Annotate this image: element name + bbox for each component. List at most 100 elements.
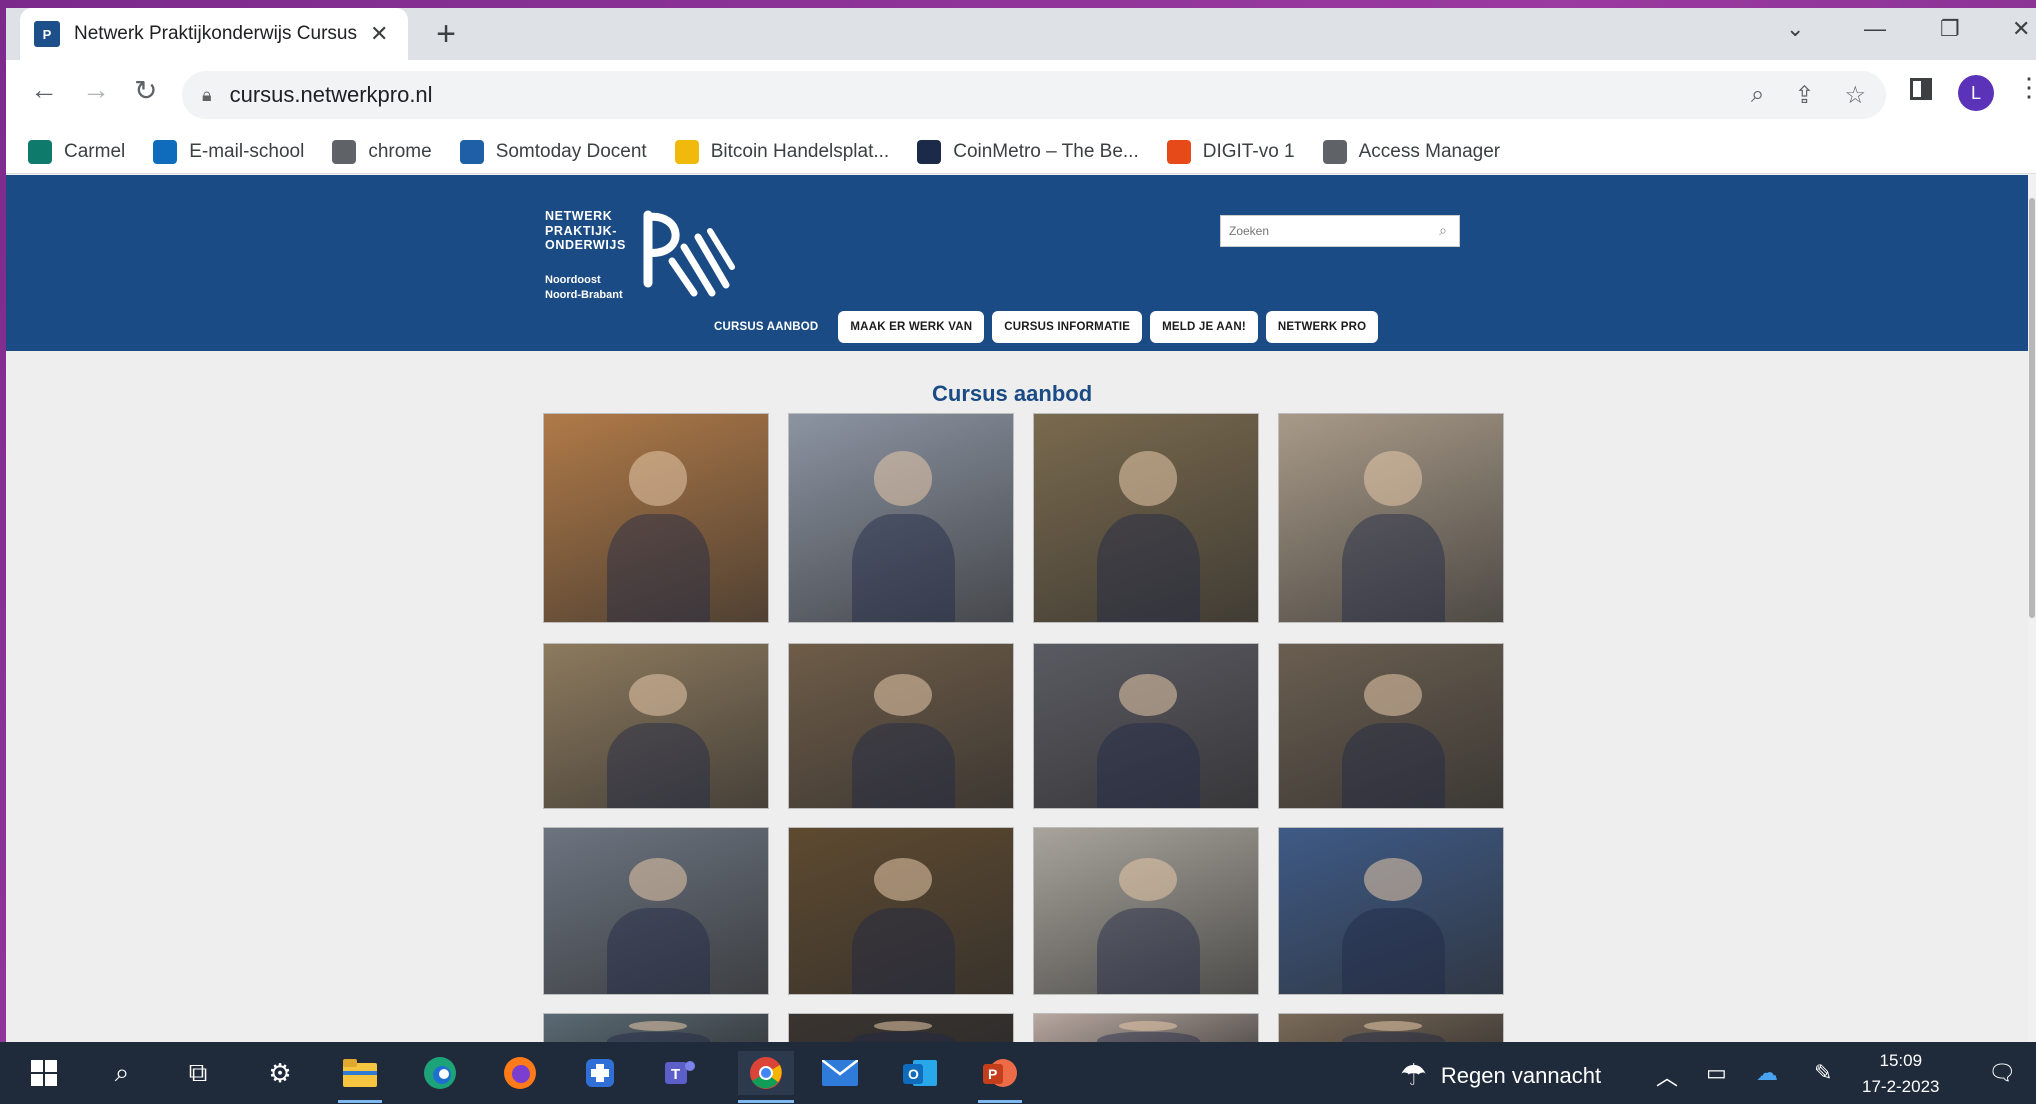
site-logo-text[interactable]: NETWERK PRAKTIJK- ONDERWIJS (545, 209, 626, 253)
bookmark-label: Access Manager (1358, 140, 1501, 162)
bookmark-item[interactable]: chrome (332, 139, 432, 164)
bookmark-item[interactable]: E-mail-school (153, 139, 304, 164)
photo-subject-body (1341, 1032, 1445, 1042)
weather-widget[interactable]: ☂ Regen vannacht (1400, 1058, 1601, 1093)
file-explorer-icon[interactable] (338, 1051, 382, 1103)
onedrive-cloud-icon[interactable]: ☁ (1756, 1060, 1778, 1086)
windows-taskbar: ⌕ ⧉ ⚙ T O P ☂ Regen vannacht ︿ ▭ ☁ ✎ 15:… (0, 1042, 2036, 1104)
umbrella-rain-icon: ☂ (1400, 1059, 1427, 1092)
firefox-icon[interactable] (498, 1051, 542, 1095)
profile-avatar[interactable]: L (1958, 75, 1994, 111)
students-reading-papers-photo[interactable] (788, 413, 1014, 623)
bookmark-label: CoinMetro – The Be... (953, 140, 1139, 162)
site-logo-mark-icon[interactable] (642, 209, 738, 303)
nav-item-netwerk-pro[interactable]: NETWERK PRO (1265, 311, 1379, 343)
clock-time: 15:09 (1879, 1051, 1923, 1070)
welding-photo[interactable] (1033, 643, 1259, 809)
reload-button[interactable]: ↻ (134, 74, 157, 107)
site-favicon-icon: P (34, 21, 60, 47)
clock-date: 17-2-2023 (1862, 1077, 1940, 1096)
supermarket-apples-photo[interactable] (788, 827, 1014, 995)
bookmark-star-icon[interactable]: ☆ (1844, 81, 1866, 110)
new-tab-button[interactable]: + (428, 15, 464, 53)
forklift-photo[interactable] (543, 827, 769, 995)
row4-photo-2[interactable] (788, 1013, 1014, 1042)
bookmark-item[interactable]: CoinMetro – The Be... (917, 139, 1139, 164)
chrome-icon[interactable] (738, 1051, 794, 1103)
logo-line: ONDERWIJS (545, 238, 626, 252)
teams-icon[interactable]: T (658, 1051, 702, 1095)
photo-subject (1364, 1020, 1423, 1031)
bookmark-item[interactable]: Bitcoin Handelsplat... (674, 139, 889, 164)
search-icon[interactable]: ⌕ (1439, 222, 1447, 239)
photo-subject (874, 857, 933, 902)
bookmark-item[interactable]: Carmel (28, 139, 125, 164)
plastering-wall-photo[interactable] (1033, 827, 1259, 995)
close-tab-icon[interactable]: ✕ (370, 21, 388, 47)
photo-subject (1119, 451, 1178, 506)
metalwork-workshop-photo[interactable] (1278, 827, 1504, 995)
browser-menu-icon[interactable]: ⋮ (2016, 72, 2036, 103)
puzzle-app-icon[interactable] (578, 1051, 622, 1095)
bookmark-item[interactable]: Access Manager (1322, 139, 1501, 164)
notifications-icon[interactable]: 🗨︎ (1988, 1060, 2016, 1086)
close-window-button[interactable]: ✕ (2012, 16, 2030, 42)
engine-repair-photo[interactable] (1278, 643, 1504, 809)
side-panel-icon[interactable] (1910, 78, 1932, 100)
nav-item-cursus-informatie[interactable]: CURSUS INFORMATIE (992, 311, 1143, 343)
forward-button[interactable]: → (82, 74, 110, 106)
taskbar-clock[interactable]: 15:09 17-2-2023 (1862, 1048, 1940, 1100)
battery-icon[interactable]: ▭ (1706, 1060, 1727, 1086)
site-search[interactable]: ⌕ (1220, 215, 1460, 247)
photo-subject (874, 1020, 933, 1031)
show-hidden-icons-chevron-icon[interactable]: ︿ (1656, 1060, 1678, 1092)
sharepoint-icon (28, 139, 52, 164)
photo-subject (1119, 673, 1178, 717)
browser-tab[interactable]: P Netwerk Praktijkonderwijs Cursus ✕ (20, 8, 408, 60)
back-button[interactable]: ← (30, 74, 58, 106)
windows-start-icon[interactable] (22, 1051, 66, 1095)
zoom-icon[interactable]: ⌕ (1751, 81, 1764, 110)
photo-subject-body (851, 513, 955, 622)
settings-gear-icon[interactable]: ⚙ (258, 1051, 302, 1095)
warehouse-boxes-photo[interactable] (788, 643, 1014, 809)
cooking-students-photo[interactable] (1278, 413, 1504, 623)
address-bar[interactable]: 🔒︎ cursus.netwerkpro.nl ⌕ ⇪ ☆ (182, 71, 1886, 119)
tab-strip: P Netwerk Praktijkonderwijs Cursus ✕ + ⌄… (6, 8, 2036, 60)
taskbar-search-icon[interactable]: ⌕ (100, 1051, 144, 1095)
url-text[interactable]: cursus.netwerkpro.nl (230, 82, 433, 108)
sanding-woodwork-photo[interactable] (543, 643, 769, 809)
student-measuring-wood-photo[interactable] (543, 413, 769, 623)
nav-item-maak-er-werk-van[interactable]: MAAK ER WERK VAN (838, 311, 985, 343)
outlook-icon[interactable]: O (898, 1051, 942, 1095)
page-scrollbar-thumb[interactable] (2029, 198, 2035, 618)
logo-line: PRAKTIJK- (545, 223, 618, 238)
row4-photo-1[interactable] (543, 1013, 769, 1042)
lock-icon[interactable]: 🔒︎ (202, 85, 212, 106)
photo-subject-body (851, 722, 955, 808)
powerpoint-icon[interactable]: P (978, 1051, 1022, 1103)
tab-search-chevron-icon[interactable]: ⌄ (1786, 16, 1804, 42)
tab-title: Netwerk Praktijkonderwijs Cursus (74, 23, 357, 44)
nav-item-cursus-aanbod[interactable]: CURSUS AANBOD (702, 311, 830, 343)
mail-icon[interactable] (818, 1051, 862, 1095)
svg-text:O: O (908, 1066, 919, 1082)
minimize-button[interactable]: — (1864, 16, 1886, 42)
forestry-chainsaw-photo[interactable] (1033, 413, 1259, 623)
weather-text: Regen vannacht (1440, 1062, 1602, 1088)
nav-item-meld-je-aan[interactable]: MELD JE AAN! (1150, 311, 1258, 343)
bookmark-item[interactable]: Somtoday Docent (459, 139, 647, 164)
photo-subject (629, 1020, 688, 1031)
edge-browser-icon[interactable] (418, 1051, 462, 1095)
search-input[interactable] (1229, 224, 1419, 238)
section-title: Cursus aanbod (932, 381, 1093, 406)
row4-photo-4[interactable] (1278, 1013, 1504, 1042)
restore-button[interactable]: ❐ (1940, 16, 1960, 42)
photo-subject-body (1341, 513, 1445, 622)
share-icon[interactable]: ⇪ (1794, 81, 1814, 110)
row4-photo-3[interactable] (1033, 1013, 1259, 1042)
bookmark-label: DIGIT-vo 1 (1202, 140, 1295, 162)
pen-icon[interactable]: ✎ (1814, 1060, 1832, 1086)
bookmark-item[interactable]: DIGIT-vo 1 (1166, 139, 1295, 164)
task-view-icon[interactable]: ⧉ (176, 1051, 220, 1095)
